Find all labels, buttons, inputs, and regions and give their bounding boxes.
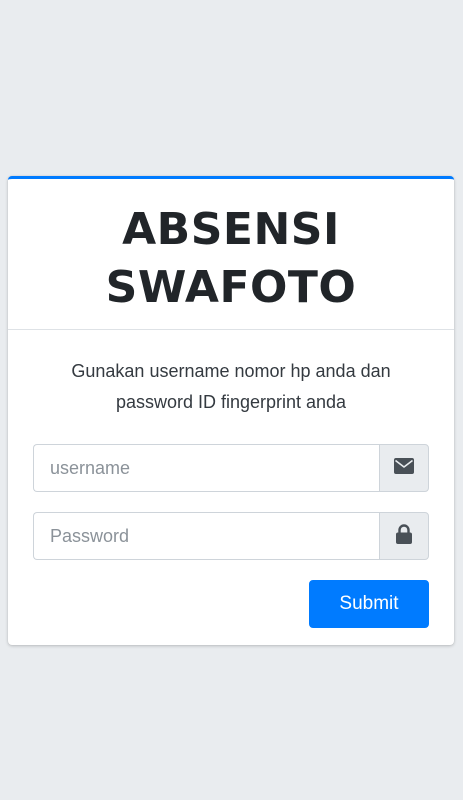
password-input-group bbox=[33, 512, 429, 560]
form-actions: Submit bbox=[33, 580, 429, 628]
page-title-line-1: ABSENSI bbox=[122, 204, 340, 255]
login-card: ABSENSI SWAFOTO Gunakan username nomor h… bbox=[8, 176, 454, 645]
username-addon bbox=[379, 444, 429, 492]
login-hint: Gunakan username nomor hp anda dan passw… bbox=[33, 356, 429, 418]
submit-button[interactable]: Submit bbox=[309, 580, 429, 628]
login-hint-line-1: Gunakan username nomor hp anda dan bbox=[71, 361, 391, 381]
login-form: Submit bbox=[33, 444, 429, 628]
lock-icon bbox=[396, 523, 412, 549]
username-input[interactable] bbox=[33, 444, 379, 492]
envelope-icon bbox=[394, 457, 414, 479]
card-header: ABSENSI SWAFOTO bbox=[8, 179, 454, 330]
username-input-group bbox=[33, 444, 429, 492]
card-body: Gunakan username nomor hp anda dan passw… bbox=[8, 356, 454, 628]
password-addon bbox=[379, 512, 429, 560]
page-title-line-2: SWAFOTO bbox=[105, 262, 357, 313]
password-input[interactable] bbox=[33, 512, 379, 560]
login-hint-line-2: password ID fingerprint anda bbox=[115, 392, 347, 412]
